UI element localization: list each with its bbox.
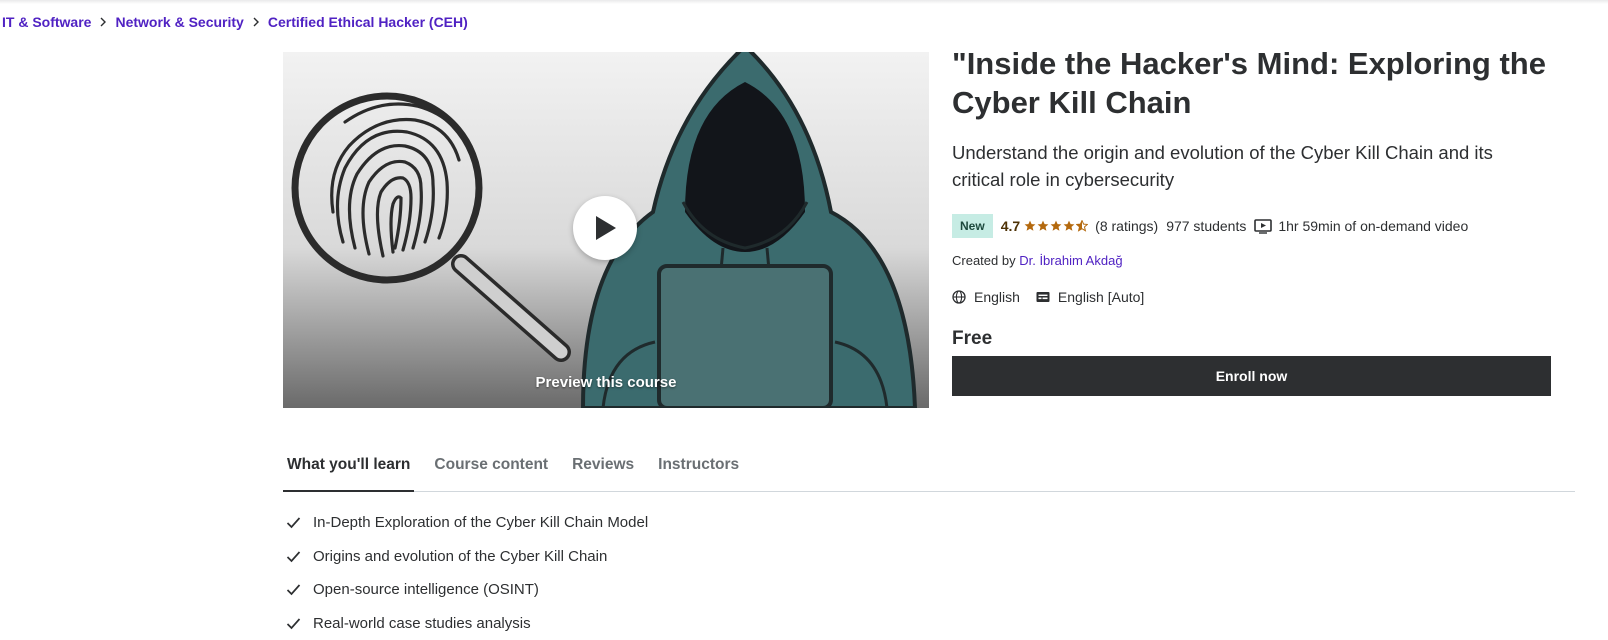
learn-item-text: Open-source intelligence (OSINT) (313, 581, 539, 598)
check-icon (286, 616, 301, 631)
tab-instructors[interactable]: Instructors (654, 444, 743, 492)
course-price: Free (952, 328, 992, 350)
learn-item-text: Real-world case studies analysis (313, 615, 531, 632)
breadcrumb: IT & Software Network & Security Certifi… (2, 12, 468, 32)
preview-label[interactable]: Preview this course (283, 374, 929, 391)
captions-icon (1036, 290, 1050, 304)
check-icon (286, 582, 301, 597)
instructor-link[interactable]: Dr. İbrahim Akdağ (1019, 253, 1122, 268)
rating-value: 4.7 (1001, 218, 1020, 234)
fingerprint-magnifier-icon (295, 96, 561, 352)
captions-label: English [Auto] (1058, 289, 1144, 305)
course-meta: New 4.7 (8 ratings) 977 students 1hr 59m… (952, 214, 1468, 238)
learn-item-text: Origins and evolution of the Cyber Kill … (313, 548, 607, 565)
language-label: English (974, 289, 1020, 305)
learn-item-text: In-Depth Exploration of the Cyber Kill C… (313, 514, 648, 531)
play-icon[interactable] (573, 196, 637, 260)
tab-reviews[interactable]: Reviews (568, 444, 638, 492)
breadcrumb-it-software[interactable]: IT & Software (2, 14, 91, 30)
course-preview[interactable]: Preview this course (283, 52, 929, 408)
video-icon (1254, 218, 1272, 234)
new-badge: New (952, 214, 993, 238)
list-item: Origins and evolution of the Cyber Kill … (283, 540, 648, 574)
breadcrumb-network-security[interactable]: Network & Security (115, 14, 243, 30)
tab-course-content[interactable]: Course content (430, 444, 552, 492)
created-by-label: Created by (952, 253, 1016, 268)
top-shade (0, 0, 1608, 4)
tab-what-youll-learn[interactable]: What you'll learn (283, 444, 414, 492)
check-icon (286, 549, 301, 564)
list-item: In-Depth Exploration of the Cyber Kill C… (283, 506, 648, 540)
course-subtitle: Understand the origin and evolution of t… (952, 139, 1542, 193)
globe-icon (952, 290, 966, 304)
chevron-right-icon (244, 17, 268, 27)
chevron-right-icon (91, 17, 115, 27)
list-item: Real-world case studies analysis (283, 607, 648, 640)
created-by: Created by Dr. İbrahim Akdağ (952, 253, 1123, 268)
rating-stars (1024, 220, 1089, 232)
video-duration: 1hr 59min of on-demand video (1278, 218, 1468, 234)
check-icon (286, 515, 301, 530)
course-title: "Inside the Hacker's Mind: Exploring the… (952, 44, 1552, 122)
list-item: Open-source intelligence (OSINT) (283, 573, 648, 607)
what-youll-learn-list: In-Depth Exploration of the Cyber Kill C… (283, 506, 648, 640)
star-half-icon (1076, 220, 1088, 232)
star-icon (1063, 220, 1075, 232)
enroll-now-button[interactable]: Enroll now (952, 356, 1551, 396)
students-count: 977 students (1166, 218, 1246, 234)
course-tabs: What you'll learn Course content Reviews… (283, 444, 1575, 492)
star-icon (1037, 220, 1049, 232)
star-icon (1050, 220, 1062, 232)
breadcrumb-ceh[interactable]: Certified Ethical Hacker (CEH) (268, 14, 468, 30)
ratings-count[interactable]: (8 ratings) (1095, 218, 1158, 234)
star-icon (1024, 220, 1036, 232)
course-languages: English English [Auto] (952, 289, 1144, 305)
